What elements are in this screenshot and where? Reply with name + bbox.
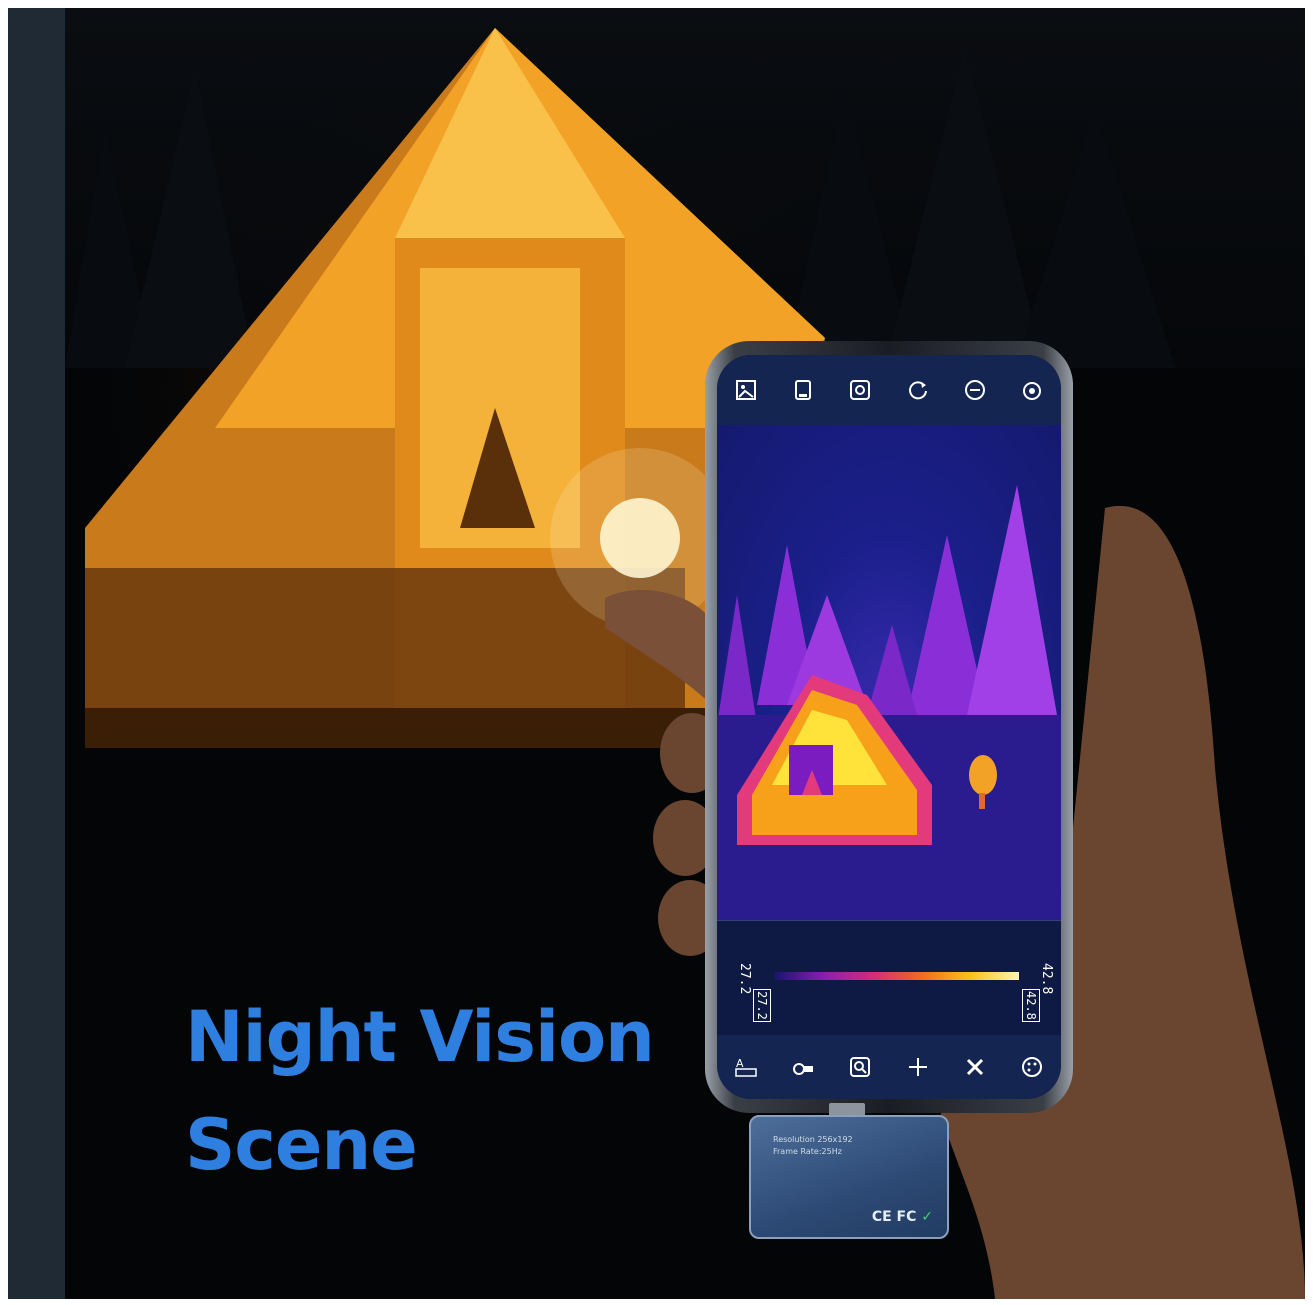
scale-min-label: 27.2 xyxy=(737,963,752,995)
thermal-scene xyxy=(717,485,1061,920)
resolution-text: Resolution 256x192 xyxy=(773,1135,853,1144)
temperature-scale: 27.2 27.2 42.8 42.8 xyxy=(717,920,1061,1036)
thermal-image xyxy=(717,425,1061,920)
search-icon[interactable] xyxy=(847,1054,873,1080)
scale-min-box[interactable]: 27.2 xyxy=(753,989,771,1022)
smartphone: 27.2 27.2 42.8 42.8 A xyxy=(705,341,1073,1113)
night-scene: Night Vision Scene xyxy=(65,8,1305,1299)
certification-marks: CE FC ✓ xyxy=(872,1209,933,1225)
thermal-app-screen: 27.2 27.2 42.8 42.8 A xyxy=(717,355,1061,1099)
sd-card-icon[interactable] xyxy=(790,377,816,403)
zoom-out-icon[interactable] xyxy=(962,377,988,403)
palette-icon[interactable] xyxy=(1019,1054,1045,1080)
color-scale-bar xyxy=(775,972,1019,980)
thermal-camera-module: Resolution 256x192 Frame Rate:25Hz CE FC… xyxy=(749,1115,949,1239)
scale-max-label: 42.8 xyxy=(1039,963,1054,995)
bottom-toolbar: A xyxy=(717,1035,1061,1099)
tools-icon[interactable] xyxy=(962,1054,988,1080)
certification-label: CE FC xyxy=(871,1209,917,1225)
crosshair-add-icon[interactable] xyxy=(905,1054,931,1080)
headline-line-2: Scene xyxy=(185,1104,418,1186)
camera-settings-icon[interactable] xyxy=(847,377,873,403)
top-toolbar xyxy=(717,355,1061,426)
video-record-icon[interactable] xyxy=(790,1054,816,1080)
frame-rate-text: Frame Rate:25Hz xyxy=(773,1147,842,1156)
scale-max-box[interactable]: 42.8 xyxy=(1022,989,1040,1022)
svg-text:A: A xyxy=(736,1057,744,1070)
check-icon: ✓ xyxy=(921,1209,933,1225)
product-image: Night Vision Scene 27.2 27.2 42.8 42.8 A… xyxy=(8,8,1305,1299)
measure-ruler-icon[interactable]: A xyxy=(733,1054,759,1080)
headline-line-1: Night Vision xyxy=(185,996,655,1078)
left-border-strip xyxy=(8,8,65,1299)
headline: Night Vision Scene xyxy=(185,983,655,1199)
camera-switch-icon[interactable] xyxy=(1019,377,1045,403)
image-gallery-icon[interactable] xyxy=(733,377,759,403)
rotate-icon[interactable] xyxy=(905,377,931,403)
